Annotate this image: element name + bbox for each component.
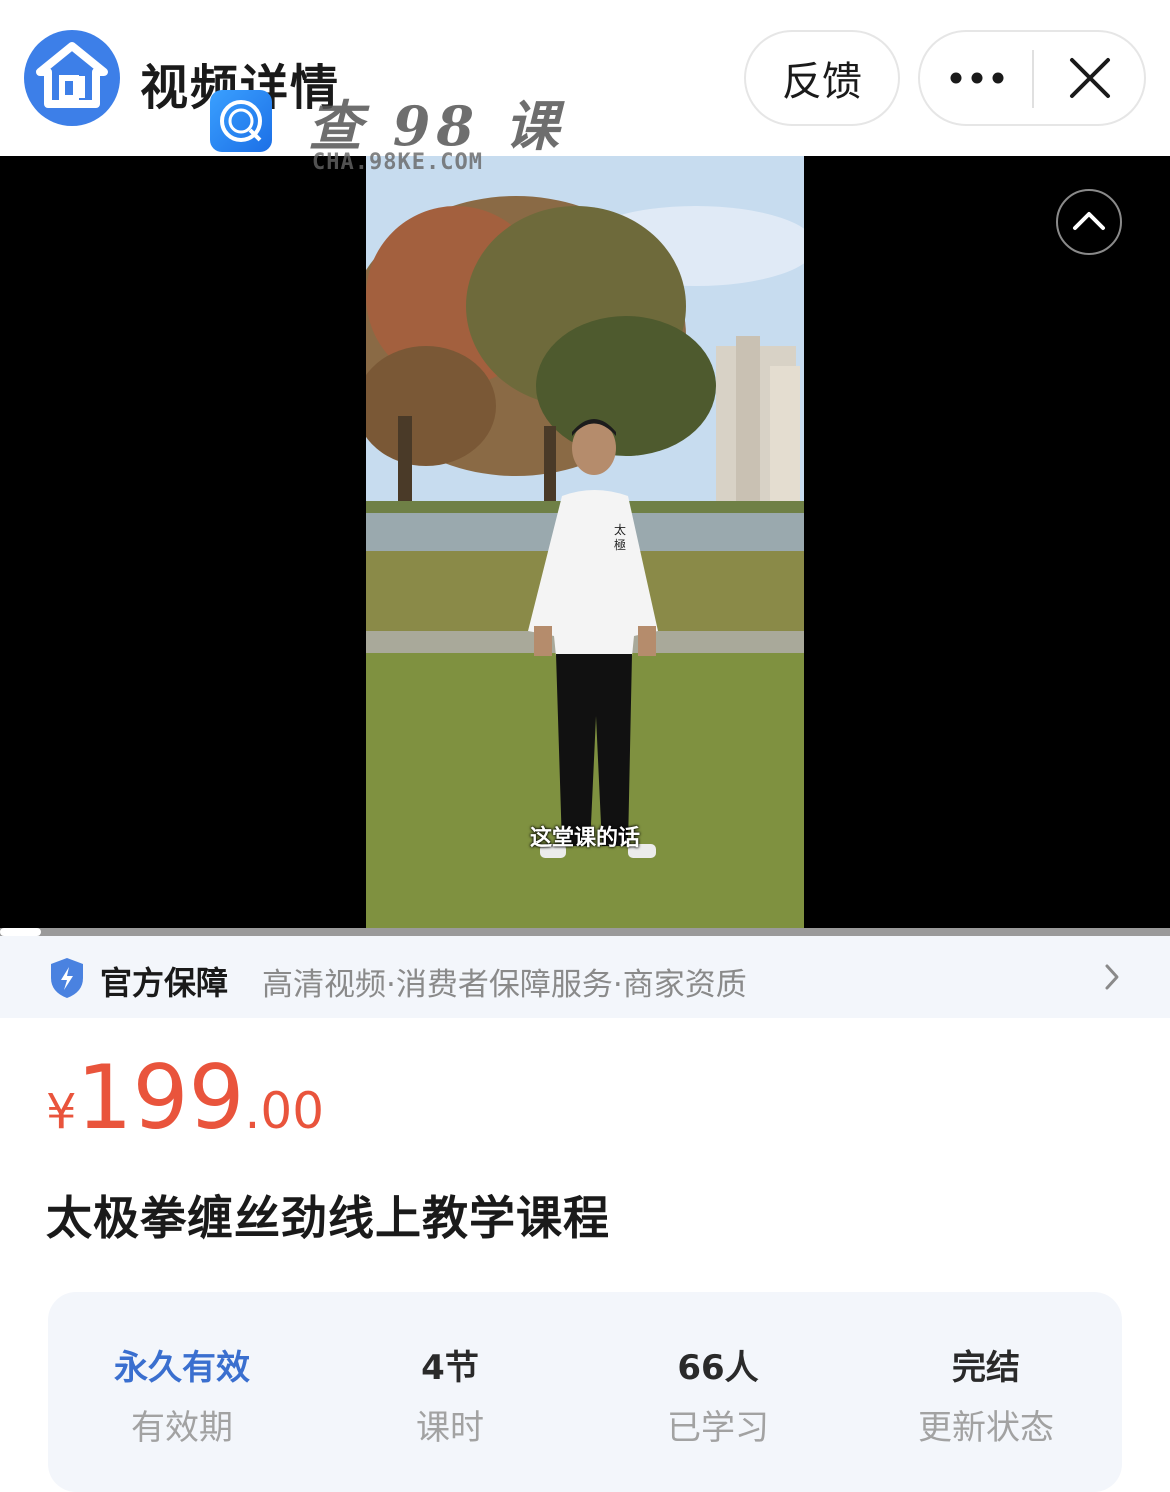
stat-learners: 66人 已学习 <box>584 1340 852 1449</box>
course-title: 太极拳缠丝劲线上教学课程 <box>46 1191 610 1245</box>
watermark-url: CHA.98KE.COM <box>312 150 483 175</box>
menu-capsule <box>918 30 1146 126</box>
stat-update-status: 完结 更新状态 <box>852 1340 1120 1449</box>
top-bar: 视频详情 查 98 课 反馈 <box>0 0 1170 158</box>
svg-text:極: 極 <box>614 537 626 552</box>
collapse-button[interactable] <box>1056 189 1122 255</box>
stat-label: 有效期 <box>131 1408 233 1448</box>
video-progress-bar[interactable] <box>0 928 1170 936</box>
guarantee-title: 官方保障 <box>100 964 229 1002</box>
stat-label: 更新状态 <box>918 1408 1054 1448</box>
chevron-right-icon <box>1105 964 1119 990</box>
stat-value: 永久有效 <box>114 1348 250 1388</box>
stat-value: 完结 <box>952 1348 1020 1388</box>
feedback-button[interactable]: 反馈 <box>744 30 900 126</box>
close-button[interactable] <box>1034 32 1146 124</box>
guarantee-items: 高清视频·消费者保障服务·商家资质 <box>262 967 747 1003</box>
more-button[interactable] <box>920 32 1034 124</box>
more-icon <box>950 72 1004 84</box>
video-frame: 太 極 这堂课的话 <box>366 156 804 936</box>
stat-validity: 永久有效 有效期 <box>48 1340 316 1449</box>
stat-value: 66人 <box>677 1348 759 1388</box>
svg-text:太: 太 <box>614 522 626 537</box>
feedback-label: 反馈 <box>782 59 862 105</box>
video-progress-fill <box>0 928 41 936</box>
close-icon <box>1070 58 1110 98</box>
price-currency: ¥ <box>46 1084 77 1140</box>
guarantee-bar[interactable]: 官方保障 高清视频·消费者保障服务·商家资质 <box>0 936 1170 1018</box>
stat-lessons: 4节 课时 <box>316 1340 584 1449</box>
stat-value: 4节 <box>421 1348 479 1388</box>
course-price: ¥199.00 <box>46 1046 324 1149</box>
shield-icon <box>51 958 83 998</box>
app-logo-icon <box>24 30 120 126</box>
price-integer: 199 <box>76 1046 245 1149</box>
stat-label: 课时 <box>416 1408 484 1448</box>
chevron-up-icon <box>1073 212 1105 230</box>
video-player[interactable]: 太 極 这堂课的话 <box>0 156 1170 936</box>
stat-label: 已学习 <box>667 1408 769 1448</box>
video-subtitle: 这堂课的话 <box>529 826 640 851</box>
watermark-badge-icon <box>210 90 272 152</box>
price-decimal: .00 <box>244 1082 325 1140</box>
course-stats-card: 永久有效 有效期 4节 课时 66人 已学习 完结 更新状态 <box>48 1292 1122 1492</box>
